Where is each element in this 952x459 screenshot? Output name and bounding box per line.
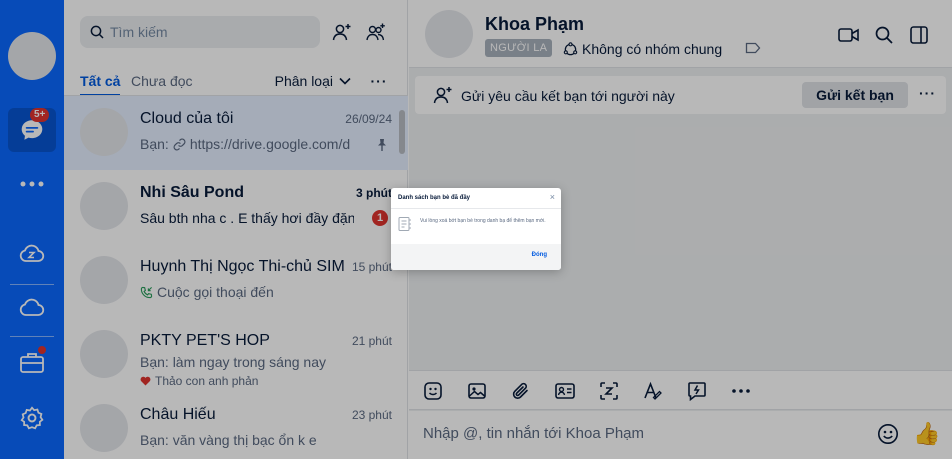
dialog-title: Danh sách bạn bè đã đầy	[398, 195, 471, 201]
dialog-close-confirm-button[interactable]: Đóng	[532, 252, 547, 258]
dialog-divider	[391, 208, 561, 209]
dialog-close-button[interactable]: ×	[550, 192, 555, 202]
contact-list-icon	[398, 217, 411, 231]
dialog-footer: Đóng	[391, 244, 561, 270]
friend-list-full-dialog: Danh sách bạn bè đã đầy × Vui lòng xoá b…	[391, 188, 561, 270]
dialog-message: Vui lòng xoá bớt bạn bè trong danh bạ để…	[420, 218, 546, 224]
